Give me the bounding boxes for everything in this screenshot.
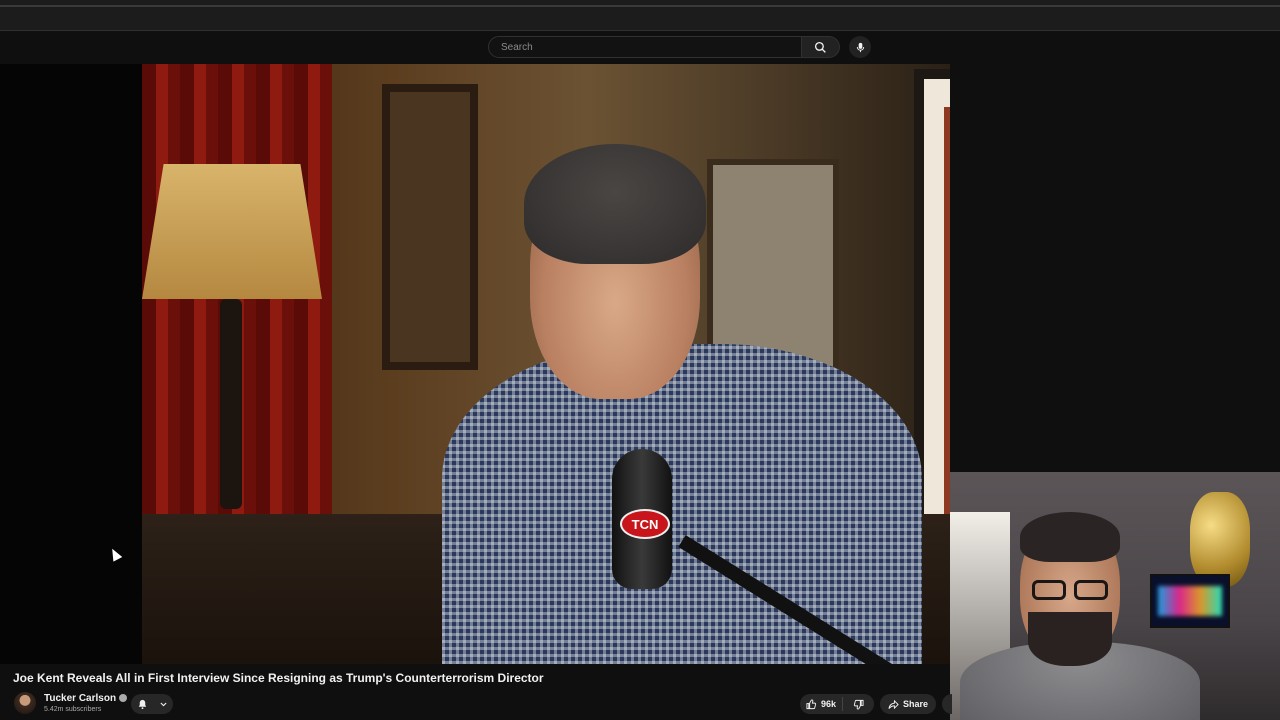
streamer-glasses bbox=[1028, 580, 1112, 602]
video-title: Joe Kent Reveals All in First Interview … bbox=[13, 671, 544, 685]
speaker bbox=[442, 124, 922, 664]
like-count: 96k bbox=[821, 699, 837, 709]
chevron-down-icon bbox=[159, 702, 167, 706]
channel-name[interactable]: Tucker Carlson bbox=[44, 693, 116, 704]
like-button[interactable]: 96k bbox=[800, 697, 844, 711]
browser-top-strip bbox=[0, 0, 1280, 31]
video-frame: TCN bbox=[142, 64, 950, 664]
verified-icon bbox=[119, 694, 128, 703]
more-actions-button[interactable] bbox=[942, 694, 952, 714]
thumbs-down-icon bbox=[853, 699, 864, 709]
share-icon bbox=[888, 699, 899, 709]
top-divider bbox=[0, 5, 1280, 7]
search-box[interactable] bbox=[488, 36, 802, 58]
dislike-button[interactable] bbox=[843, 699, 874, 710]
speaker-hair bbox=[524, 144, 706, 264]
like-dislike-group: 96k bbox=[800, 694, 874, 714]
channel-avatar[interactable] bbox=[14, 692, 36, 714]
microphone-icon bbox=[856, 42, 864, 52]
lamp-shade bbox=[142, 164, 322, 299]
gold-balloon bbox=[1190, 492, 1250, 587]
streamer-beard bbox=[1028, 612, 1112, 666]
thumbs-up-icon bbox=[806, 699, 817, 709]
notification-button[interactable] bbox=[131, 694, 173, 714]
share-label: Share bbox=[902, 699, 928, 709]
voice-search-button[interactable] bbox=[849, 36, 871, 58]
video-player[interactable]: TCN bbox=[0, 64, 950, 664]
search-input[interactable] bbox=[499, 40, 791, 54]
webcam-overlay bbox=[950, 472, 1280, 720]
bell-icon bbox=[138, 699, 146, 709]
mic-logo: TCN bbox=[620, 509, 670, 539]
search-button[interactable] bbox=[802, 36, 840, 58]
checkered-shirt bbox=[442, 344, 922, 664]
mouse-cursor bbox=[107, 546, 123, 562]
share-button[interactable]: Share bbox=[880, 694, 936, 714]
lamp-base bbox=[220, 299, 242, 509]
streamer-hair bbox=[1020, 512, 1120, 562]
subscriber-count: 5.42m subscribers bbox=[44, 706, 102, 713]
background-monitor bbox=[1150, 574, 1230, 628]
channel-name-row[interactable]: Tucker Carlson bbox=[44, 693, 128, 704]
monitor-glow bbox=[1158, 586, 1222, 616]
search-icon bbox=[814, 41, 826, 53]
